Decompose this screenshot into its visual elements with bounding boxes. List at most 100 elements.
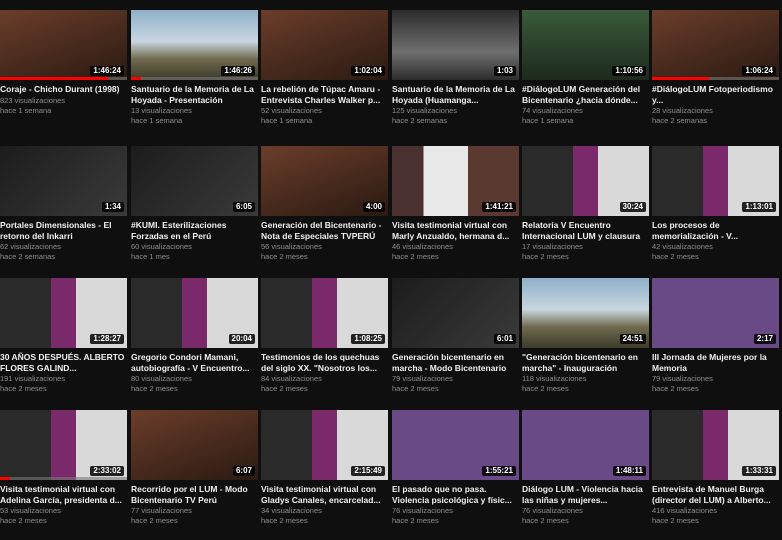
upload-age: hace 2 semanas [652,116,708,125]
video-title[interactable]: "Generación bicentenario en marcha" - In… [522,352,649,373]
video-stats: 125 visualizaciones hace 2 semanas [392,106,519,126]
video-card[interactable]: 1:10:56 #DiálogoLUM Generación del Bicent… [522,10,649,140]
video-title[interactable]: #KUMI. Esterilizaciones Forzadas en el P… [131,220,258,241]
video-card[interactable]: 1:03 Santuario de la Memoria de La Hoyada… [392,10,519,140]
video-thumbnail[interactable]: 1:46:26 [131,10,258,80]
video-title[interactable]: #DiálogoLUM Generación del Bicentenario … [522,84,649,105]
upload-age: hace 2 meses [392,516,439,525]
video-card[interactable]: 1:08:25 Testimonios de los quechuas del s… [261,278,388,408]
view-count: 74 visualizaciones [522,106,583,115]
video-title[interactable]: 30 AÑOS DESPUÉS. ALBERTO FLORES GALIND..… [0,352,127,373]
view-count: 17 visualizaciones [522,242,583,251]
upload-age: hace 2 meses [0,516,47,525]
watch-progress-bar [652,77,710,80]
video-card[interactable]: 4:00 Generación del Bicentenario - Nota d… [261,146,388,276]
video-card[interactable]: 2:17 III Jornada de Mujeres por la Memori… [652,278,779,408]
video-thumbnail[interactable]: 1:06:24 [652,10,779,80]
video-stats: 79 visualizaciones hace 2 meses [392,374,519,394]
video-thumbnail[interactable]: 2:33:02 [0,410,127,480]
video-title[interactable]: Gregorio Condori Mamani, autobiografía -… [131,352,258,373]
view-count: 79 visualizaciones [652,374,713,383]
video-thumbnail[interactable]: 1:28:27 [0,278,127,348]
video-stats: 53 visualizaciones hace 2 meses [0,506,127,526]
video-title[interactable]: Testimonios de los quechuas del siglo XX… [261,352,388,373]
video-duration: 6:07 [232,466,255,476]
video-thumbnail[interactable]: 1:41:21 [392,146,519,216]
video-card[interactable]: 1:55:21 El pasado que no pasa. Violencia … [392,410,519,540]
video-stats: 62 visualizaciones hace 2 semanas [0,242,127,262]
video-card[interactable]: 2:33:02 Visita testimonial virtual con Ad… [0,410,127,540]
video-thumbnail[interactable]: 1:03 [392,10,519,80]
video-duration: 1:41:21 [482,202,516,212]
video-thumbnail[interactable]: 30:24 [522,146,649,216]
video-title[interactable]: Recorrido por el LUM - Modo Bicentenario… [131,484,258,505]
video-title[interactable]: Visita testimonial virtual con Marly Anz… [392,220,519,241]
view-count: 34 visualizaciones [261,506,322,515]
view-count: 76 visualizaciones [522,506,583,515]
video-card[interactable]: 2:15:49 Visita testimonial virtual con Gl… [261,410,388,540]
video-card[interactable]: 20:04 Gregorio Condori Mamani, autobiogra… [131,278,258,408]
video-thumbnail[interactable]: 24:51 [522,278,649,348]
video-title[interactable]: #DiálogoLUM Fotoperiodismo y... [652,84,779,105]
video-duration: 1:28:27 [90,334,124,344]
upload-age: hace 2 meses [392,384,439,393]
video-card[interactable]: 1:28:27 30 AÑOS DESPUÉS. ALBERTO FLORES G… [0,278,127,408]
video-title[interactable]: Entrevista de Manuel Burga (director del… [652,484,779,505]
video-card[interactable]: 6:05 #KUMI. Esterilizaciones Forzadas en … [131,146,258,276]
video-card[interactable]: 1:48:11 Diálogo LUM - Violencia hacia las… [522,410,649,540]
video-thumbnail[interactable]: 1:33:31 [652,410,779,480]
video-title[interactable]: Santuario de la Memoria de La Hoyada - P… [131,84,258,105]
video-thumbnail[interactable]: 1:02:04 [261,10,388,80]
video-stats: 42 visualizaciones hace 2 meses [652,242,779,262]
video-duration: 30:24 [619,202,646,212]
video-title[interactable]: La rebelión de Túpac Amaru - Entrevista … [261,84,388,105]
video-thumbnail[interactable]: 4:00 [261,146,388,216]
video-title[interactable]: El pasado que no pasa. Violencia psicoló… [392,484,519,505]
video-title[interactable]: Relatoría V Encuentro Internacional LUM … [522,220,649,241]
video-title[interactable]: Santuario de la Memoria de La Hoyada (Hu… [392,84,519,105]
video-title[interactable]: Generación del Bicentenario - Nota de Es… [261,220,388,241]
video-title[interactable]: Visita testimonial virtual con Adelina G… [0,484,127,505]
video-thumbnail[interactable]: 1:34 [0,146,127,216]
video-title[interactable]: Diálogo LUM - Violencia hacia las niñas … [522,484,649,505]
video-card[interactable]: 6:07 Recorrido por el LUM - Modo Bicenten… [131,410,258,540]
video-thumbnail[interactable]: 1:55:21 [392,410,519,480]
video-card[interactable]: 30:24 Relatoría V Encuentro Internacional… [522,146,649,276]
video-stats: 823 visualizaciones hace 1 semana [0,96,127,116]
video-title[interactable]: III Jornada de Mujeres por la Memoria [652,352,779,373]
upload-age: hace 1 semana [0,105,52,115]
video-card[interactable]: 1:34 Portales Dimensionales - El retorno … [0,146,127,276]
video-duration: 1:10:56 [612,66,646,76]
video-title[interactable]: Visita testimonial virtual con Gladys Ca… [261,484,388,505]
video-title[interactable]: Portales Dimensionales - El retorno del … [0,220,127,241]
video-card[interactable]: 1:13:01 Los procesos de memorialización -… [652,146,779,276]
video-card[interactable]: 6:01 Generación bicentenario en marcha - … [392,278,519,408]
video-thumbnail[interactable]: 6:05 [131,146,258,216]
watch-progress-bar [0,77,108,80]
video-thumbnail[interactable]: 2:15:49 [261,410,388,480]
video-thumbnail[interactable]: 1:48:11 [522,410,649,480]
video-stats: 80 visualizaciones hace 2 meses [131,374,258,394]
video-card[interactable]: 1:06:24 #DiálogoLUM Fotoperiodismo y... 28… [652,10,779,140]
video-thumbnail[interactable]: 6:01 [392,278,519,348]
video-thumbnail[interactable]: 1:13:01 [652,146,779,216]
view-count: 53 visualizaciones [0,506,61,515]
video-duration: 1:46:24 [90,66,124,76]
video-card[interactable]: 1:41:21 Visita testimonial virtual con Ma… [392,146,519,276]
video-thumbnail[interactable]: 1:10:56 [522,10,649,80]
video-thumbnail[interactable]: 2:17 [652,278,779,348]
video-title[interactable]: Coraje - Chicho Durant (1998) [0,84,127,95]
video-card[interactable]: 1:33:31 Entrevista de Manuel Burga (direc… [652,410,779,540]
video-card[interactable]: 24:51 "Generación bicentenario en marcha"… [522,278,649,408]
video-thumbnail[interactable]: 1:08:25 [261,278,388,348]
video-thumbnail[interactable]: 6:07 [131,410,258,480]
video-card[interactable]: 1:46:26 Santuario de la Memoria de La Hoy… [131,10,258,140]
video-card[interactable]: 1:46:24 Coraje - Chicho Durant (1998) 823 … [0,10,127,140]
video-stats: 52 visualizaciones hace 1 semana [261,106,388,126]
video-card[interactable]: 1:02:04 La rebelión de Túpac Amaru - Entr… [261,10,388,140]
video-title[interactable]: Generación bicentenario en marcha - Modo… [392,352,519,373]
video-thumbnail[interactable]: 1:46:24 [0,10,127,80]
video-thumbnail[interactable]: 20:04 [131,278,258,348]
watch-progress-bar [0,477,11,480]
video-title[interactable]: Los procesos de memorialización - V... [652,220,779,241]
